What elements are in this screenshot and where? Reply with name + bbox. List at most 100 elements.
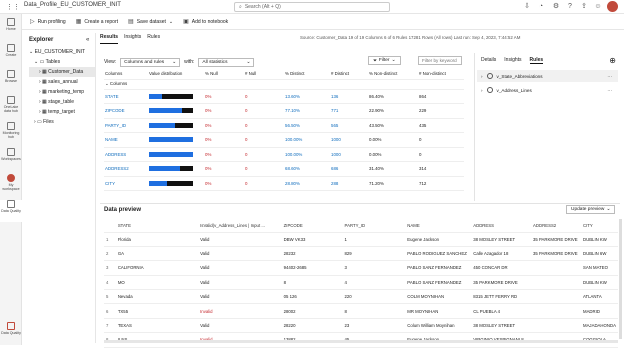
col-header[interactable]: ADDRESS2 — [531, 219, 581, 233]
distinct-count: 136 — [330, 89, 368, 104]
distribution-bar-dark — [175, 122, 193, 128]
view-dropdown[interactable]: Columns and rules ⌄ — [120, 57, 181, 67]
col-header[interactable]: ADDRESS — [471, 219, 532, 233]
table-row[interactable]: 6 TX55 Invalid 28002 8 MR MOYNIHAN CL PUEBLA 4… — [104, 303, 618, 319]
table-cell: 94402-2685 — [281, 260, 343, 276]
col-header[interactable]: ZIPCODE — [281, 219, 343, 233]
col-header[interactable]: % Non-distinct — [368, 69, 418, 80]
tree-root[interactable]: ⌄ EU_CUSTOMER_INIT — [29, 47, 95, 57]
col-header[interactable]: CITY — [580, 219, 618, 233]
col-header[interactable]: % Null — [204, 69, 244, 80]
table-cell — [531, 318, 581, 334]
download-icon[interactable]: ⇩ — [523, 3, 531, 11]
app-title: Data_Profile_EU_CUSTOMER_INIT — [24, 2, 121, 8]
rail-onelake[interactable]: OneLake data hub — [0, 96, 22, 118]
avatar[interactable] — [607, 1, 618, 12]
col-header[interactable]: PARTY_ID — [342, 219, 406, 233]
save-dataset-button[interactable]: ▤ Save dataset ⌄ — [128, 18, 173, 26]
table-row[interactable]: STATE 0% 0 13.60% 136 86.40% 864 — [104, 89, 464, 104]
run-profiling-button[interactable]: ▷ Run profiling — [30, 18, 66, 26]
table-row[interactable]: 7 TEXAS Valid 28220 23 Colum William Moynihan… — [104, 318, 618, 334]
table-row[interactable]: CITY 0% 0 28.80% 288 71.20% 712 — [104, 176, 464, 191]
chevron-right-icon: › — [481, 87, 483, 93]
tab-rules-right[interactable]: Rules — [529, 57, 544, 64]
table-row[interactable]: 2 GA Valid 28232 829 PABLO RODIGUEZ SANCHEZ Ca… — [104, 246, 618, 262]
col-header[interactable]: STATE — [115, 219, 199, 233]
col-header[interactable]: Value distribution — [148, 69, 204, 80]
share-icon[interactable]: ⇪ — [580, 3, 588, 11]
null-pct: 0% — [204, 103, 244, 119]
search-icon: ⌕ — [239, 4, 242, 10]
feedback-icon[interactable]: ☺ — [594, 3, 602, 11]
distinct-pct: 68.60% — [284, 161, 330, 177]
rail-create[interactable]: Create — [0, 44, 22, 66]
create-report-button[interactable]: ▦ Create a report — [76, 18, 118, 26]
rail-home[interactable]: Home — [0, 18, 22, 40]
app-launcher-icon[interactable]: ⋮⋮ — [6, 3, 20, 11]
notification-icon[interactable]: ◔ — [537, 3, 545, 11]
rail-workspaces[interactable]: Workspaces — [0, 148, 22, 170]
table-row[interactable]: NAME 0% 0 100.00% 1000 0.00% 0 — [104, 132, 464, 148]
col-header[interactable]: % Distinct — [284, 69, 330, 80]
rail-my-workspace[interactable]: My workspace — [0, 174, 22, 196]
settings-icon[interactable]: ⚙ — [552, 3, 560, 11]
collapse-icon[interactable]: « — [86, 37, 89, 43]
table-cell: Eugene Jackson — [405, 232, 472, 247]
explorer-title: Explorer — [29, 37, 54, 43]
table-row[interactable]: ADDRESS2 0% 0 68.60% 686 31.40% 314 — [104, 161, 464, 177]
statistics-dropdown[interactable]: All statistics ⌄ — [198, 57, 255, 67]
search-input[interactable]: ⌕ Search (Alt + Q) — [234, 2, 390, 12]
table-cell: TX55 — [115, 303, 199, 319]
vertical-scrollbar[interactable] — [619, 219, 622, 339]
keyword-filter-input[interactable]: Filter by keyword — [418, 56, 462, 65]
col-header[interactable]: # Distinct — [330, 69, 368, 80]
more-icon[interactable]: ··· — [607, 88, 612, 93]
tree-item-temp-target[interactable]: › ▦ temp_target — [29, 107, 95, 117]
horizontal-scrollbar[interactable] — [104, 340, 618, 343]
table-row[interactable]: 3 CALIFORNIA Valid 94402-2685 3 PABLO SANZ FE… — [104, 260, 618, 276]
tab-rules[interactable]: Rules — [147, 34, 160, 44]
col-header[interactable]: # Non-distinct — [418, 69, 464, 80]
table-row[interactable]: PARTY_ID 0% 0 56.50% 565 43.50% 435 — [104, 118, 464, 133]
add-rule-icon[interactable]: ⊕ — [609, 56, 616, 65]
value-distribution — [148, 103, 204, 119]
tree-item-sales-annual[interactable]: › ▦ sales_annual — [29, 77, 95, 87]
tab-results[interactable]: Results — [100, 34, 119, 44]
table-row[interactable]: ZIPCODE 0% 0 77.10% 771 22.90% 229 — [104, 103, 464, 119]
rail-bottom-data-quality[interactable]: Data Quality — [0, 318, 22, 340]
tab-details[interactable]: Details — [481, 57, 496, 64]
row-number: 4 — [104, 275, 116, 291]
col-header[interactable]: NAME — [405, 219, 472, 233]
tab-insights[interactable]: Insights — [124, 34, 141, 44]
group-row[interactable]: ⌄ Columns — [104, 79, 464, 90]
add-to-notebook-button[interactable]: ▣ Add to notebook — [183, 18, 228, 26]
rule-item[interactable]: › v_Address_Lines ··· — [477, 84, 618, 96]
rule-item[interactable]: › v_State_Abbreviations ··· — [477, 70, 618, 82]
more-icon[interactable]: ··· — [607, 74, 612, 79]
tab-insights-right[interactable]: Insights — [504, 57, 521, 64]
col-header[interactable]: IsValid(v_Address_Lines | Input ... — [198, 219, 282, 233]
help-icon[interactable]: ? — [566, 3, 574, 11]
tree-item-stage-table[interactable]: › ▦ stage_table — [29, 97, 95, 107]
row-number: 5 — [104, 289, 116, 305]
rail-browse[interactable]: Browse — [0, 70, 22, 92]
table-cell: 35 PARKMORE DRIVE — [531, 232, 581, 247]
table-row[interactable]: ADDRESS 0% 0 100.00% 1000 0.00% 0 — [104, 147, 464, 162]
tree-tables[interactable]: ⌄ ▭ Tables — [29, 57, 95, 67]
rail-monitoring[interactable]: Monitoring hub — [0, 122, 22, 144]
col-header[interactable]: # Null — [244, 69, 284, 80]
table-cell: GA — [115, 246, 199, 262]
col-header[interactable]: Columns — [104, 69, 148, 80]
tree-item-customer-data[interactable]: › ▦ Customer_Data — [29, 67, 95, 77]
table-row[interactable]: 5 Nevada Valid 05 126 220 COLM MOYNIHAN 8315 J… — [104, 289, 618, 305]
table-cell: PABLO SANZ FERNANDEZ — [405, 260, 472, 276]
filter-button[interactable]: ⏷ Filter ⌄ — [368, 56, 401, 65]
browse-icon — [7, 70, 15, 78]
tree-files[interactable]: › ▭ Files — [29, 117, 95, 127]
table-row[interactable]: 1 Florida Valid DBW VK33 1 Eugene Jackson 38 M… — [104, 232, 618, 247]
table-cell: 8 — [281, 275, 343, 291]
tree-item-marketing-temp[interactable]: › ▦ marketing_temp — [29, 87, 95, 97]
rail-data-quality[interactable]: Data Quality — [0, 200, 22, 222]
update-preview-button[interactable]: Update preview ⌄ — [566, 205, 616, 214]
table-row[interactable]: 4 MO Valid 8 4 PABLO SANZ FERNANDEZ 35 PARKMOR… — [104, 275, 618, 291]
